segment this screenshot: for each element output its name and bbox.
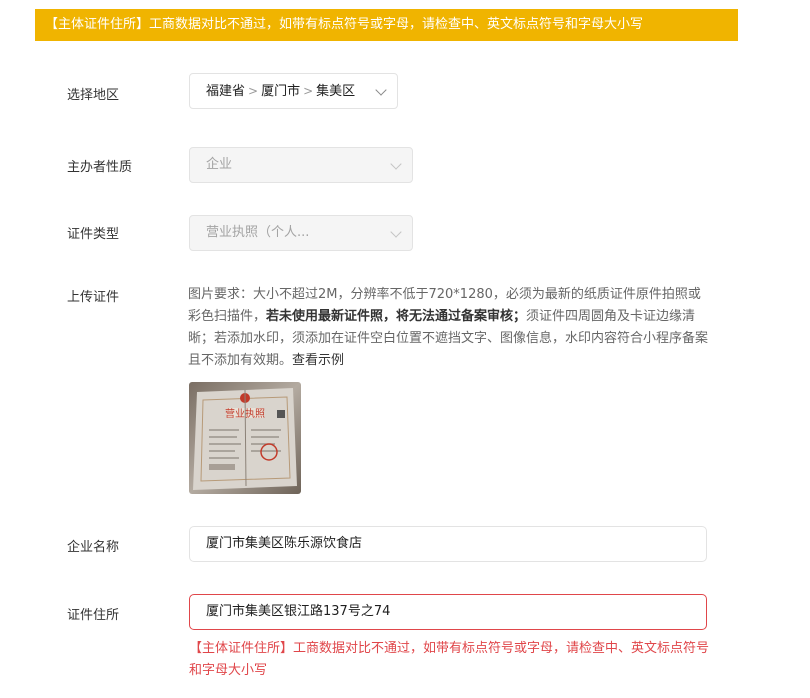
- organizer-type-select: 企业: [189, 147, 413, 183]
- region-city: 厦门市: [261, 84, 301, 99]
- region-province: 福建省: [206, 84, 246, 99]
- chevron-down-icon: [375, 84, 387, 96]
- organizer-type-label: 主办者性质: [67, 160, 133, 175]
- error-banner: 【主体证件住所】工商数据对比不通过，如带有标点符号或字母，请检查中、英文标点符号…: [35, 9, 738, 41]
- chevron-down-icon: [390, 158, 402, 170]
- cert-address-error-message: 【主体证件住所】工商数据对比不通过，如带有标点符号或字母，请检查中、英文标点符号…: [189, 641, 710, 678]
- organizer-type-value: 企业: [206, 157, 233, 172]
- cert-type-label: 证件类型: [67, 227, 120, 242]
- upload-requirements: 图片要求：大小不超过2M，分辨率不低于720*1280，必须为最新的纸质证件原件…: [188, 284, 713, 372]
- upload-requirements-warning: 若未使用最新证件照，将无法通过备案审核；: [266, 309, 527, 324]
- region-select[interactable]: 福建省 > 厦门市 > 集美区: [189, 73, 398, 109]
- company-name-input[interactable]: 厦门市集美区陈乐源饮食店: [189, 526, 707, 562]
- uploaded-license-thumbnail[interactable]: 营业执照: [189, 382, 301, 494]
- region-separator: >: [303, 84, 314, 98]
- cert-type-select: 营业执照（个人...: [189, 215, 413, 251]
- region-separator: >: [248, 84, 259, 98]
- chevron-down-icon: [390, 226, 402, 238]
- cert-type-value: 营业执照（个人...: [206, 225, 310, 240]
- region-label: 选择地区: [67, 88, 120, 103]
- cert-address-input[interactable]: 厦门市集美区银江路137号之74: [189, 594, 707, 630]
- license-photo-image: 营业执照: [189, 382, 301, 494]
- cert-address-label: 证件住所: [67, 608, 120, 623]
- view-example-link[interactable]: 查看示例: [292, 353, 344, 368]
- region-district: 集美区: [316, 84, 356, 99]
- company-name-label: 企业名称: [67, 540, 120, 555]
- upload-label: 上传证件: [67, 290, 120, 305]
